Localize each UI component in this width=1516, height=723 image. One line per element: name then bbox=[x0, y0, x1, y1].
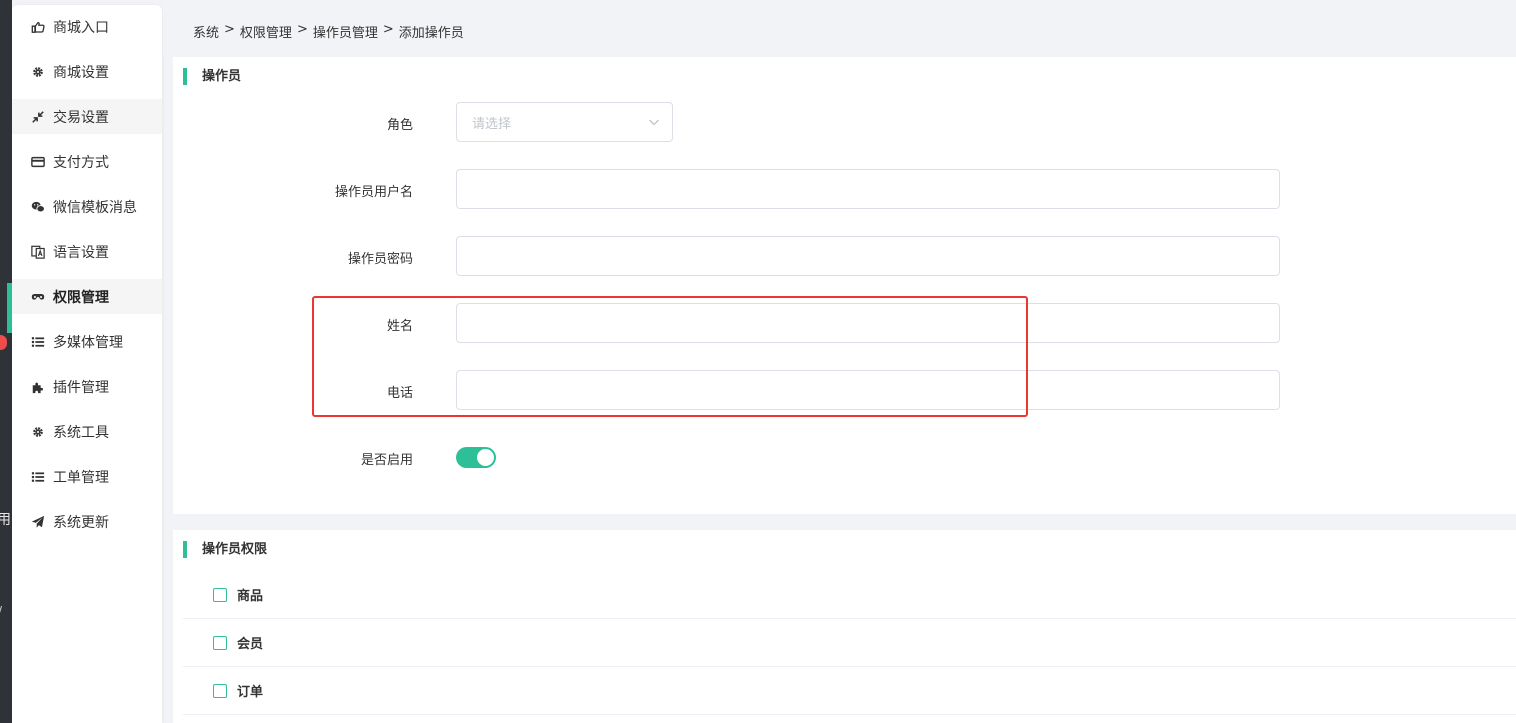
username-label: 操作员用户名 bbox=[334, 185, 413, 200]
permission-checkbox-goods[interactable] bbox=[213, 587, 227, 602]
role-select-placeholder: 请选择 bbox=[472, 116, 512, 132]
sidebar-item-wechat-template[interactable]: 微信模板消息 bbox=[12, 189, 162, 224]
permission-checkbox-members[interactable] bbox=[213, 635, 227, 650]
language-icon bbox=[31, 245, 45, 259]
sidebar-item-label: 工单管理 bbox=[53, 469, 109, 486]
wechat-icon bbox=[31, 200, 45, 214]
sidebar-item-system-tools[interactable]: 系统工具 bbox=[12, 414, 162, 449]
credit-card-icon bbox=[31, 155, 45, 169]
puzzle-icon bbox=[31, 380, 45, 394]
sidebar-item-language[interactable]: 语言设置 bbox=[12, 234, 162, 269]
enabled-label: 是否启用 bbox=[360, 453, 413, 468]
password-label: 操作员密码 bbox=[347, 252, 413, 267]
permission-row: 订单 bbox=[183, 667, 1516, 715]
sidebar-item-system-update[interactable]: 系统更新 bbox=[12, 504, 162, 539]
operator-form-panel: 操作员 角色 请选择 操作员用户名 操作员密码 姓名 电话 是否启用 bbox=[173, 57, 1516, 514]
breadcrumb-separator: > bbox=[224, 22, 235, 37]
breadcrumb: 系统 > 权限管理 > 操作员管理 > 添加操作员 bbox=[193, 22, 464, 41]
permission-row: 会员 bbox=[183, 619, 1516, 667]
sidebar-item-label: 权限管理 bbox=[53, 289, 109, 306]
breadcrumb-item-operator-management[interactable]: 操作员管理 bbox=[313, 22, 378, 41]
sidebar-item-label: 系统更新 bbox=[53, 514, 109, 531]
toggle-knob bbox=[477, 449, 494, 466]
sidebar-item-label: 微信模板消息 bbox=[53, 199, 137, 216]
sidebar-item-label: 多媒体管理 bbox=[53, 334, 123, 351]
sidebar-item-label: 语言设置 bbox=[53, 244, 109, 261]
sidebar-item-label: 系统工具 bbox=[53, 424, 109, 441]
page-header: 系统 > 权限管理 > 操作员管理 > 添加操作员 bbox=[163, 5, 1516, 56]
hand-point-icon bbox=[31, 20, 45, 34]
chevron-down-icon bbox=[648, 116, 660, 128]
sidebar-item-payment[interactable]: 支付方式 bbox=[12, 144, 162, 179]
sidebar-item-mall-settings[interactable]: 商城设置 bbox=[12, 54, 162, 89]
sidebar-item-label: 交易设置 bbox=[53, 109, 109, 126]
settings-sidebar: 商城入口 商城设置 交易设置 支付方式 微信模板消息 语言设置 权限管理 多媒体… bbox=[12, 5, 162, 723]
permission-label: 会员 bbox=[237, 637, 264, 652]
paper-plane-icon bbox=[31, 515, 45, 529]
left-edge-strip: 用 / bbox=[0, 0, 12, 723]
sidebar-item-mall-entry[interactable]: 商城入口 bbox=[12, 9, 162, 44]
permission-label: 订单 bbox=[237, 685, 264, 700]
sidebar-item-label: 商城入口 bbox=[53, 19, 109, 36]
gear-icon bbox=[31, 425, 45, 439]
highlight-annotation-box bbox=[312, 296, 1028, 417]
sidebar-item-plugin-management[interactable]: 插件管理 bbox=[12, 369, 162, 404]
permission-row: 商品 bbox=[183, 571, 1516, 619]
breadcrumb-item-add-operator: 添加操作员 bbox=[398, 26, 464, 41]
list-icon bbox=[31, 470, 45, 484]
enabled-toggle[interactable] bbox=[456, 447, 496, 468]
sidebar-item-label: 插件管理 bbox=[53, 379, 109, 396]
role-label: 角色 bbox=[386, 118, 413, 133]
compress-icon bbox=[31, 110, 45, 124]
sidebar-item-label: 支付方式 bbox=[53, 154, 109, 171]
username-input[interactable] bbox=[456, 169, 1280, 209]
breadcrumb-item-permission[interactable]: 权限管理 bbox=[240, 22, 292, 41]
operator-permissions-panel: 操作员权限 商品 会员 订单 bbox=[173, 530, 1516, 723]
notification-badge bbox=[0, 335, 7, 350]
section-title-permissions: 操作员权限 bbox=[183, 541, 267, 558]
sidebar-item-media-management[interactable]: 多媒体管理 bbox=[12, 324, 162, 359]
section-title-operator: 操作员 bbox=[183, 68, 241, 85]
permission-label: 商品 bbox=[237, 589, 264, 604]
list-icon bbox=[31, 335, 45, 349]
edge-text-2: / bbox=[0, 604, 2, 618]
sidebar-item-label: 商城设置 bbox=[53, 64, 109, 81]
sidebar-item-ticket-management[interactable]: 工单管理 bbox=[12, 459, 162, 494]
password-input[interactable] bbox=[456, 236, 1280, 276]
mask-icon bbox=[31, 290, 45, 304]
edge-text: 用 bbox=[0, 512, 11, 528]
gear-icon bbox=[31, 65, 45, 79]
sidebar-item-trade-settings[interactable]: 交易设置 bbox=[12, 99, 162, 134]
sidebar-item-permission-management[interactable]: 权限管理 bbox=[12, 279, 162, 314]
breadcrumb-item-system[interactable]: 系统 bbox=[193, 22, 219, 41]
breadcrumb-separator: > bbox=[296, 22, 308, 37]
permission-checkbox-orders[interactable] bbox=[213, 683, 227, 698]
breadcrumb-separator: > bbox=[382, 22, 394, 37]
role-select[interactable]: 请选择 bbox=[456, 102, 673, 142]
